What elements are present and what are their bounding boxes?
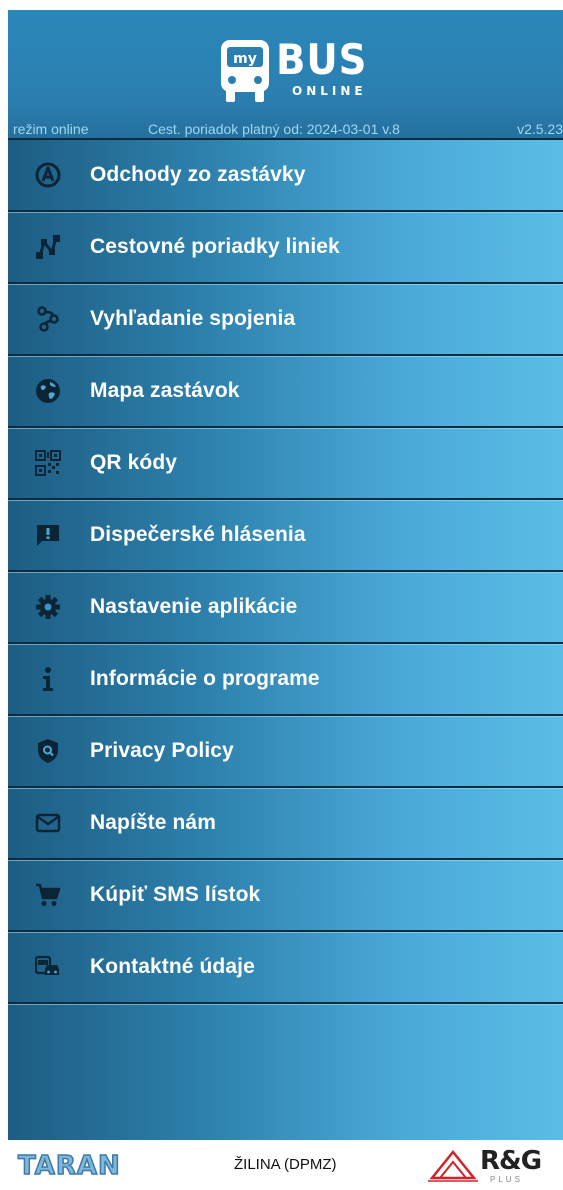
taran-logo: TARAN	[17, 1150, 121, 1182]
app-version: v2.5.23	[517, 121, 563, 137]
menu-item-write-us[interactable]: Napíšte nám	[8, 788, 563, 860]
qr-code-icon	[35, 450, 61, 476]
menu-label: QR kódy	[90, 451, 178, 474]
route-timetable-icon	[35, 234, 61, 260]
menu-label: Mapa zastávok	[90, 379, 240, 402]
gear-icon	[35, 594, 61, 620]
menu-item-departures[interactable]: Odchody zo zastávky	[8, 138, 563, 212]
menu-item-connection-search[interactable]: Vyhľadanie spojenia	[8, 284, 563, 356]
cart-icon	[35, 882, 61, 908]
rg-triangle-icon	[428, 1150, 478, 1182]
main-menu: Odchody zo zastávky Cestovné poriadky li…	[8, 138, 563, 1004]
globe-icon	[35, 378, 61, 404]
menu-label: Kúpiť SMS lístok	[90, 883, 261, 906]
connection-search-icon	[35, 306, 61, 332]
menu-label: Kontaktné údaje	[90, 955, 255, 978]
app-screen: my BUS ONLINE režim online Cest. poriado…	[8, 10, 563, 1140]
menu-item-stop-map[interactable]: Mapa zastávok	[8, 356, 563, 428]
menu-label: Privacy Policy	[90, 739, 234, 762]
mode-status: režim online	[13, 121, 89, 137]
envelope-icon	[35, 810, 61, 836]
menu-item-line-timetables[interactable]: Cestovné poriadky liniek	[8, 212, 563, 284]
logo-badge: my	[233, 51, 257, 67]
menu-label: Dispečerské hlásenia	[90, 523, 306, 546]
city-label: ŽILINA (DPMZ)	[234, 1156, 337, 1173]
menu-label: Vyhľadanie spojenia	[90, 307, 296, 330]
rg-logo-sub: PLUS	[490, 1175, 523, 1184]
rg-logo-text: R&G	[480, 1146, 542, 1176]
bus-car-icon	[35, 954, 61, 980]
menu-label: Nastavenie aplikácie	[90, 595, 298, 618]
menu-item-about[interactable]: Informácie o programe	[8, 644, 563, 716]
info-icon	[35, 666, 61, 692]
menu-label: Napíšte nám	[90, 811, 216, 834]
menu-item-dispatcher-messages[interactable]: Dispečerské hlásenia	[8, 500, 563, 572]
alert-message-icon	[35, 522, 61, 548]
menu-item-qr-codes[interactable]: QR kódy	[8, 428, 563, 500]
logo-word: BUS	[276, 35, 368, 84]
header: my BUS ONLINE režim online Cest. poriado…	[8, 10, 563, 138]
menu-item-privacy-policy[interactable]: Privacy Policy	[8, 716, 563, 788]
menu-item-app-settings[interactable]: Nastavenie aplikácie	[8, 572, 563, 644]
footer: TARAN ŽILINA (DPMZ) R&G PLUS	[8, 1140, 563, 1190]
app-logo: my BUS ONLINE	[218, 38, 375, 104]
menu-label: Cestovné poriadky liniek	[90, 235, 340, 258]
timetable-validity: Cest. poriadok platný od: 2024-03-01 v.8	[148, 121, 400, 137]
menu-item-contact-details[interactable]: Kontaktné údaje	[8, 932, 563, 1004]
bus-logo-icon: my	[221, 40, 269, 102]
rg-plus-logo: R&G PLUS	[428, 1146, 560, 1186]
logo-subtitle: ONLINE	[292, 84, 367, 98]
menu-item-buy-sms-ticket[interactable]: Kúpiť SMS lístok	[8, 860, 563, 932]
departure-a-icon	[35, 162, 61, 188]
menu-label: Informácie o programe	[90, 667, 320, 690]
menu-label: Odchody zo zastávky	[90, 163, 306, 186]
status-line: režim online Cest. poriadok platný od: 2…	[8, 120, 563, 138]
shield-icon	[35, 738, 61, 764]
